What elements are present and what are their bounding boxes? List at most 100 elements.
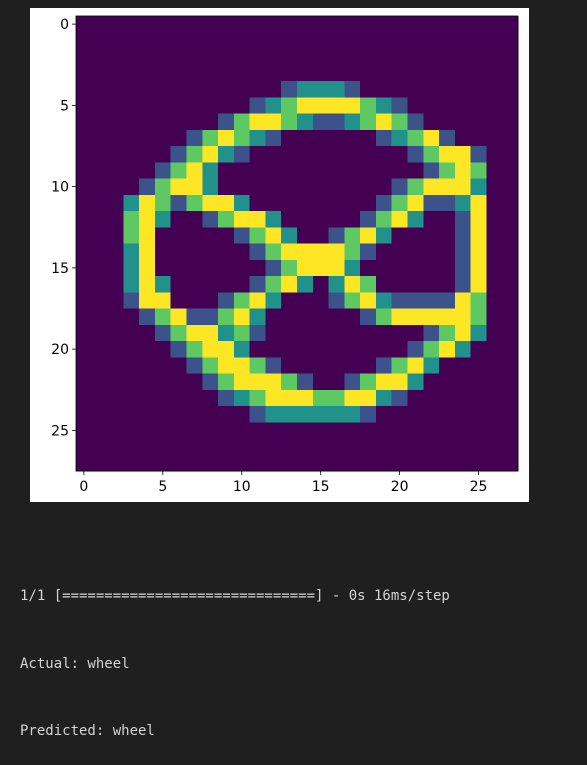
heatmap-cell <box>202 259 219 277</box>
heatmap-cell <box>139 308 156 326</box>
heatmap-cell <box>218 406 235 423</box>
heatmap-cell <box>407 32 424 50</box>
heatmap-cell <box>139 324 156 342</box>
heatmap-cell <box>218 129 235 147</box>
heatmap-cell <box>107 162 124 180</box>
heatmap-cell <box>344 32 361 50</box>
heatmap-cell <box>91 454 109 472</box>
heatmap-cell <box>297 422 314 440</box>
heatmap-cell <box>249 308 267 326</box>
heatmap-cell <box>170 48 188 66</box>
heatmap-cell <box>218 97 235 115</box>
heatmap-cell <box>107 357 124 375</box>
heatmap-cell <box>154 227 172 245</box>
heatmap-cell <box>107 406 124 423</box>
cell-output: 1/1 [==============================] - 0… <box>20 540 450 765</box>
heatmap-cell <box>391 97 409 115</box>
heatmap-cell <box>502 32 519 50</box>
heatmap-cell <box>170 373 188 391</box>
heatmap-cell <box>139 243 156 261</box>
heatmap-cell <box>391 373 409 391</box>
heatmap-cell <box>439 406 456 423</box>
heatmap-cell <box>328 438 345 456</box>
x-tick-label: 5 <box>158 479 167 495</box>
heatmap-cell <box>91 146 109 163</box>
heatmap-cell <box>502 422 519 440</box>
heatmap-cell <box>233 373 251 391</box>
heatmap-cell <box>407 178 424 196</box>
heatmap-cell <box>218 64 235 82</box>
heatmap-cell <box>123 259 140 277</box>
heatmap-cell <box>186 438 203 456</box>
heatmap-cell <box>407 454 424 472</box>
heatmap-cell <box>249 211 267 228</box>
heatmap-cell <box>423 64 440 82</box>
heatmap-cell <box>454 341 472 358</box>
heatmap-cell <box>470 32 488 50</box>
heatmap-cell <box>407 16 424 33</box>
heatmap-cell <box>360 373 377 391</box>
heatmap-cell <box>344 357 361 375</box>
heatmap-cell <box>486 308 503 326</box>
heatmap-cell <box>328 146 345 163</box>
heatmap-cell <box>170 97 188 115</box>
heatmap-cell <box>470 438 488 456</box>
heatmap-cell <box>265 292 282 310</box>
heatmap-cell <box>218 454 235 472</box>
heatmap-cell <box>154 308 172 326</box>
heatmap-cell <box>249 292 267 310</box>
heatmap-cell <box>344 324 361 342</box>
heatmap-cell <box>76 129 93 147</box>
heatmap-cell <box>91 129 109 147</box>
heatmap-cell <box>202 178 219 196</box>
heatmap-cell <box>328 113 345 131</box>
heatmap-cell <box>233 194 251 212</box>
y-tick-label: 25 <box>51 423 69 439</box>
heatmap-cell <box>454 146 472 163</box>
heatmap-cell <box>360 162 377 180</box>
heatmap-cell <box>439 227 456 245</box>
heatmap-cell <box>344 259 361 277</box>
heatmap-cell <box>375 324 393 342</box>
heatmap-cell <box>76 178 93 196</box>
heatmap-cell <box>123 357 140 375</box>
heatmap-plot: 0 5 10 15 20 25 0 5 10 15 20 25 <box>51 15 519 495</box>
heatmap-cell <box>391 194 409 212</box>
heatmap-cell <box>407 292 424 310</box>
heatmap-cell <box>439 194 456 212</box>
heatmap-cell <box>375 259 393 277</box>
heatmap-cell <box>439 389 456 407</box>
heatmap-cell <box>107 16 124 33</box>
heatmap-cell <box>186 406 203 423</box>
heatmap-cell <box>502 113 519 131</box>
heatmap-cell <box>154 64 172 82</box>
heatmap-cell <box>470 276 488 293</box>
heatmap-cell <box>423 146 440 163</box>
heatmap-cell <box>202 292 219 310</box>
heatmap-cell <box>423 81 440 98</box>
heatmap-cell <box>170 146 188 163</box>
heatmap-cell <box>439 32 456 50</box>
x-tick-label: 15 <box>312 479 330 495</box>
heatmap-cell <box>107 389 124 407</box>
heatmap-cell <box>470 308 488 326</box>
heatmap-cell <box>281 454 298 472</box>
heatmap-cell <box>502 389 519 407</box>
heatmap-cell <box>454 308 472 326</box>
heatmap-cell <box>76 454 93 472</box>
y-tick-label: 5 <box>60 98 69 114</box>
heatmap-cell <box>123 308 140 326</box>
heatmap-cell <box>470 227 488 245</box>
heatmap-cell <box>297 64 314 82</box>
heatmap-cell <box>328 389 345 407</box>
heatmap-cell <box>312 227 330 245</box>
heatmap-cell <box>91 32 109 50</box>
heatmap-cell <box>344 227 361 245</box>
heatmap-cell <box>344 422 361 440</box>
heatmap-cell <box>281 406 298 423</box>
heatmap-cell <box>202 308 219 326</box>
heatmap-cell <box>154 438 172 456</box>
heatmap-cell <box>470 16 488 33</box>
heatmap-cell <box>91 64 109 82</box>
heatmap-cell <box>486 454 503 472</box>
